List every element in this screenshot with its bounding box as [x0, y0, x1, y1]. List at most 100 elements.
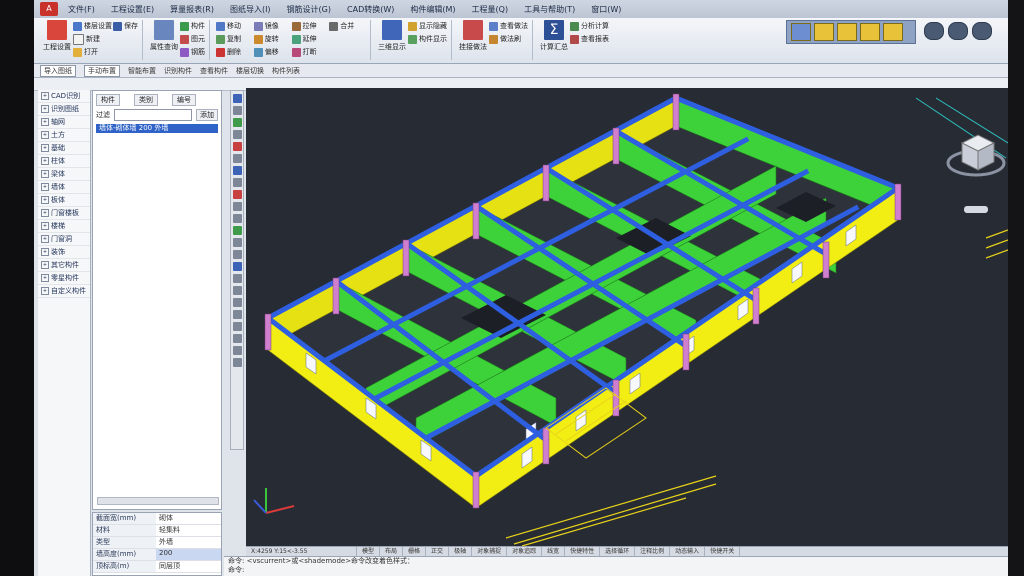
extend-button[interactable]: 延伸 [291, 33, 329, 45]
component-display-button[interactable]: 构件显示 [408, 33, 447, 45]
property-row[interactable]: 顶标高(m) 同层顶 [93, 561, 221, 573]
rectangle-tool-icon[interactable] [232, 118, 242, 127]
property-value[interactable]: 砌体 [156, 513, 221, 524]
delete-button[interactable]: 删除 [216, 46, 253, 58]
nav-tree-item[interactable]: + 识别图纸 [38, 103, 90, 116]
move-tool-icon[interactable] [232, 250, 242, 259]
trim-tool-icon[interactable] [232, 298, 242, 307]
menu-quantity[interactable]: 工程量(Q) [466, 3, 515, 16]
tab-code[interactable]: 编号 [172, 94, 196, 106]
expand-icon[interactable]: + [41, 170, 49, 178]
dimension-tool-icon[interactable] [232, 178, 242, 187]
open-button[interactable]: 打开 [73, 46, 112, 58]
scale-tool-icon[interactable] [232, 274, 242, 283]
nav-tree-item[interactable]: + 零星构件 [38, 272, 90, 285]
nav-tree-item[interactable]: + 其它构件 [38, 259, 90, 272]
identify-component-button[interactable]: 识别构件 [164, 66, 192, 76]
menu-import[interactable]: 图纸导入(I) [224, 3, 277, 16]
array-tool-icon[interactable] [232, 238, 242, 247]
offset-tool-icon[interactable] [232, 226, 242, 235]
menu-window[interactable]: 窗口(W) [585, 3, 627, 16]
expand-icon[interactable]: + [41, 209, 49, 217]
nav-tree-item[interactable]: + 门窗洞 [38, 233, 90, 246]
nav-tree-item[interactable]: + 柱体 [38, 155, 90, 168]
break-tool-icon[interactable] [232, 322, 242, 331]
property-row[interactable]: 墙高度(mm) 200 [93, 549, 221, 561]
view-component-button[interactable]: 查看构件 [200, 66, 228, 76]
floor-switch-button[interactable]: 楼层切换 [236, 66, 264, 76]
app-logo-icon[interactable]: A [40, 2, 58, 16]
hatch-tool-icon[interactable] [232, 154, 242, 163]
list-item-selected[interactable]: 墙体-砌体墙 200 外墙 [96, 124, 218, 133]
expand-icon[interactable]: + [41, 287, 49, 295]
line-tool-icon[interactable] [232, 94, 242, 103]
analyze-button[interactable]: 分析计算 [570, 20, 609, 32]
expand-icon[interactable]: + [41, 196, 49, 204]
circle-tool-icon[interactable] [232, 142, 242, 151]
property-row[interactable]: 类型 外墙 [93, 537, 221, 549]
property-value[interactable]: 轻集料 [156, 525, 221, 536]
expand-icon[interactable]: + [41, 105, 49, 113]
gear-icon[interactable] [924, 22, 944, 40]
merge-button[interactable]: 合并 [329, 20, 366, 32]
stretch-tool-icon[interactable] [232, 286, 242, 295]
mirror-tool-icon[interactable] [232, 214, 242, 223]
manual-layout-dropdown[interactable]: 手动布置 [84, 64, 120, 77]
expand-icon[interactable]: + [41, 248, 49, 256]
break-button[interactable]: 打断 [291, 46, 329, 58]
quick-view-2-icon[interactable] [837, 23, 857, 41]
menu-cad-convert[interactable]: CAD转换(W) [341, 3, 400, 16]
property-value[interactable]: 200 [156, 549, 221, 560]
new-button[interactable]: 新建 [73, 33, 112, 45]
expand-icon[interactable]: + [41, 222, 49, 230]
floor-settings-button[interactable]: 楼层设置 [73, 20, 112, 32]
arc-tool-icon[interactable] [232, 130, 242, 139]
tab-category[interactable]: 类别 [134, 94, 158, 106]
copy-tool-icon[interactable] [232, 202, 242, 211]
property-row[interactable]: 截面宽(mm) 砌体 [93, 513, 221, 525]
navcube-icon[interactable] [946, 134, 1006, 213]
menu-tools[interactable]: 工具与帮助(T) [518, 3, 581, 16]
expand-icon[interactable]: + [41, 183, 49, 191]
nav-tree-item[interactable]: + 墙体 [38, 181, 90, 194]
view-report-button[interactable]: 查看报表 [570, 33, 609, 45]
erase-tool-icon[interactable] [232, 190, 242, 199]
expand-icon[interactable]: + [41, 131, 49, 139]
property-row[interactable]: 材料 轻集料 [93, 525, 221, 537]
quick-access-icon[interactable] [791, 23, 811, 41]
smart-layout-button[interactable]: 智能布置 [128, 66, 156, 76]
move-button[interactable]: 移动 [216, 20, 253, 32]
copy-button[interactable]: 复制 [216, 33, 253, 45]
method-brush-button[interactable]: 做法刷 [489, 33, 528, 45]
nav-tree-item[interactable]: + 装饰 [38, 246, 90, 259]
nav-tree-item[interactable]: + CAD识别 [38, 90, 90, 103]
explode-tool-icon[interactable] [232, 358, 242, 367]
drawing-viewport[interactable] [246, 88, 1008, 546]
quick-view-1-icon[interactable] [814, 23, 834, 41]
add-component-button[interactable]: 添加 [196, 109, 218, 121]
nav-tree-item[interactable]: + 门窗楼板 [38, 207, 90, 220]
property-query-button[interactable]: 属性查询 [149, 20, 179, 52]
nav-tree-item[interactable]: + 轴网 [38, 116, 90, 129]
component-list-button[interactable]: 构件列表 [272, 66, 300, 76]
quick-view-3-icon[interactable] [860, 23, 880, 41]
menu-project[interactable]: 工程设置(E) [105, 3, 160, 16]
help-icon[interactable] [948, 22, 968, 40]
expand-icon[interactable]: + [41, 235, 49, 243]
quick-view-4-icon[interactable] [883, 23, 903, 41]
attach-method-button[interactable]: 挂接做法 [458, 20, 488, 52]
expand-icon[interactable]: + [41, 274, 49, 282]
offset-button[interactable]: 偏移 [253, 46, 291, 58]
nav-tree-item[interactable]: + 自定义构件 [38, 285, 90, 298]
nav-tree-item[interactable]: + 土方 [38, 129, 90, 142]
command-prompt[interactable]: 命令: [228, 566, 1008, 575]
element-button[interactable]: 图元 [180, 33, 205, 45]
extend-tool-icon[interactable] [232, 310, 242, 319]
expand-icon[interactable]: + [41, 118, 49, 126]
filter-input[interactable] [114, 109, 192, 121]
rotate-button[interactable]: 旋转 [253, 33, 291, 45]
property-value[interactable]: 外墙 [156, 537, 221, 548]
polyline-tool-icon[interactable] [232, 106, 242, 115]
expand-icon[interactable]: + [41, 157, 49, 165]
property-value[interactable]: 同层顶 [156, 561, 221, 572]
